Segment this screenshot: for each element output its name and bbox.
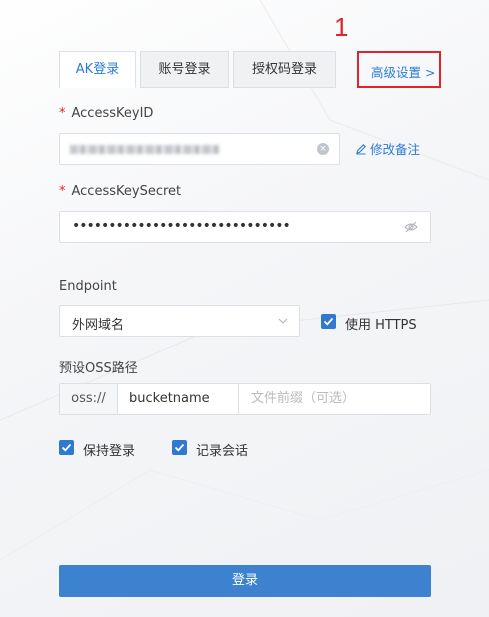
eye-off-icon[interactable] [404,221,418,233]
check-icon [174,443,185,452]
annotation-number: 1 [334,12,349,42]
keep-login-checkbox[interactable] [59,440,74,455]
login-tabs: AK登录 账号登录 授权码登录 [59,51,340,88]
file-prefix-input[interactable]: 文件前缀（可选） [239,384,430,414]
advanced-settings-link[interactable]: 高级设置 > [371,62,435,81]
login-button[interactable]: 登录 [59,565,431,597]
access-key-id-label-text: AccessKeyID [71,106,154,121]
access-key-secret-label: * AccessKeySecret [59,184,181,199]
required-mark: * [59,184,66,199]
keep-login-label: 保持登录 [83,444,136,459]
oss-path-input-group: oss:// bucketname 文件前缀（可选） [59,383,431,415]
edit-icon [356,144,366,155]
check-icon [323,317,334,326]
access-key-id-label: * AccessKeyID [59,106,153,121]
https-checkbox[interactable] [321,314,336,329]
required-mark: * [59,106,66,121]
oss-path-label: 预设OSS路径 [59,361,138,376]
oss-prefix-addon: oss:// [60,384,118,414]
access-key-secret-input[interactable]: •••••••••••••••••••••••••••••• [59,211,431,243]
record-session-label: 记录会话 [196,444,249,459]
endpoint-label: Endpoint [59,279,117,294]
endpoint-selected-value: 外网域名 [72,318,125,333]
record-session-checkbox[interactable] [172,440,187,455]
endpoint-select[interactable]: 外网域名 [59,305,300,337]
chevron-down-icon [278,318,288,324]
edit-note-link[interactable]: 修改备注 [355,139,420,158]
check-icon [61,443,72,452]
bucket-name-input[interactable]: bucketname [118,384,239,414]
https-label: 使用 HTTPS [345,318,417,333]
clear-icon[interactable]: × [317,143,329,155]
access-key-id-input[interactable]: × [59,133,340,165]
tab-auth-code-login[interactable]: 授权码登录 [233,51,336,88]
tab-account-login[interactable]: 账号登录 [140,51,229,88]
tab-ak-login[interactable]: AK登录 [59,51,136,88]
login-panel: 1 AK登录 账号登录 授权码登录 高级设置 > * AccessKeyID × … [0,0,489,617]
edit-note-label: 修改备注 [370,142,421,157]
masked-secret: •••••••••••••••••••••••••••••• [72,218,291,234]
access-key-secret-label-text: AccessKeySecret [71,184,182,199]
redacted-value [70,145,220,154]
